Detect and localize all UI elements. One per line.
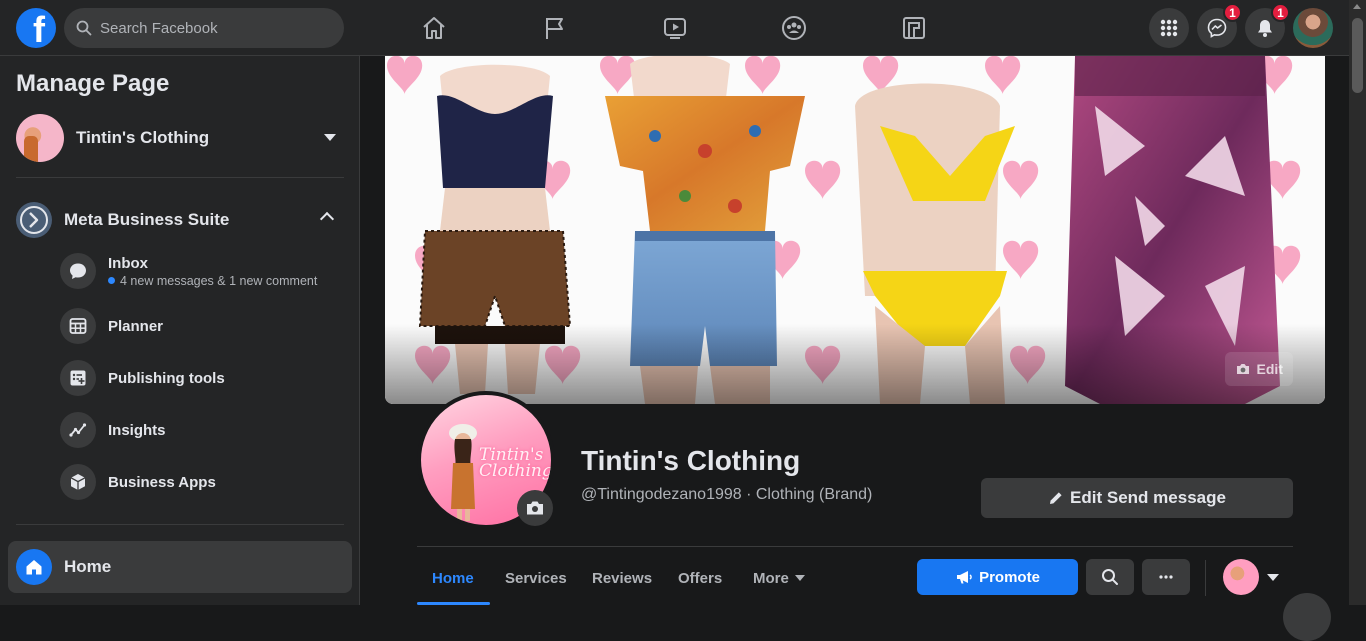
top-navigation-bar: f 1 1 xyxy=(0,0,1366,56)
search-box[interactable] xyxy=(64,8,344,48)
chevron-down-icon[interactable] xyxy=(1267,574,1279,581)
bell-icon xyxy=(1258,20,1272,37)
messenger-button[interactable]: 1 xyxy=(1197,3,1242,48)
sidebar-item-insights[interactable]: Insights xyxy=(60,410,344,450)
camera-icon xyxy=(527,501,543,515)
promote-label: Promote xyxy=(979,568,1040,586)
facebook-logo-icon[interactable]: f xyxy=(16,8,56,48)
chevron-down-icon xyxy=(324,134,336,141)
inbox-summary-text: 4 new messages & 1 new comment xyxy=(120,273,318,288)
notifications-badge: 1 xyxy=(1271,3,1290,22)
divider xyxy=(16,524,344,525)
scroll-up-arrow-icon[interactable] xyxy=(1353,4,1361,9)
search-page-button[interactable] xyxy=(1086,559,1134,595)
calendar-grid-icon xyxy=(60,308,96,344)
account-avatar[interactable] xyxy=(1293,8,1333,48)
sidebar-item-inbox[interactable]: Inbox 4 new messages & 1 new comment xyxy=(60,251,344,291)
ellipsis-icon xyxy=(1159,575,1173,579)
caret-down-icon xyxy=(794,575,805,581)
sidebar-item-label: Publishing tools xyxy=(108,369,225,387)
search-icon xyxy=(76,20,92,36)
grid-menu-icon xyxy=(1160,19,1178,37)
nav-watch[interactable] xyxy=(655,8,695,48)
update-profile-picture-button[interactable] xyxy=(517,490,553,526)
camera-icon xyxy=(1236,364,1249,374)
publishing-tools-icon xyxy=(60,360,96,396)
page-avatar xyxy=(16,114,64,162)
more-options-button[interactable] xyxy=(1142,559,1190,595)
home-icon xyxy=(423,17,445,39)
messenger-icon xyxy=(1207,18,1227,38)
nav-pages[interactable] xyxy=(535,8,575,48)
edit-cover-button[interactable]: Edit xyxy=(1224,352,1293,386)
messenger-badge: 1 xyxy=(1223,3,1242,22)
sidebar-item-label: Insights xyxy=(108,421,166,439)
home-icon xyxy=(16,549,52,585)
edit-cover-label: Edit xyxy=(1256,361,1283,377)
floating-action-button[interactable] xyxy=(1283,593,1331,641)
meta-business-suite-label: Meta Business Suite xyxy=(64,210,230,229)
sidebar-item-home[interactable]: Home xyxy=(8,541,352,593)
meta-business-suite-header[interactable]: Meta Business Suite xyxy=(16,202,344,238)
acting-as-avatar[interactable] xyxy=(1223,559,1259,595)
divider xyxy=(16,177,344,178)
sidebar-item-label: Inbox xyxy=(108,254,148,272)
edit-send-message-label: Edit Send message xyxy=(1070,488,1226,507)
tab-services[interactable]: Services xyxy=(505,560,567,596)
scrollbar-thumb[interactable] xyxy=(1352,18,1363,93)
sidebar-item-business-apps[interactable]: Business Apps xyxy=(60,462,344,502)
divider xyxy=(1205,560,1206,596)
edit-send-message-button[interactable]: Edit Send message xyxy=(981,478,1293,518)
page-switcher-name: Tintin's Clothing xyxy=(76,128,210,147)
cube-icon xyxy=(60,464,96,500)
page-scrollbar[interactable] xyxy=(1349,0,1366,605)
manage-page-sidebar: Manage Page Tintin's Clothing Meta Busin… xyxy=(0,56,360,605)
divider xyxy=(417,546,1293,547)
nav-home[interactable] xyxy=(414,8,454,48)
page-title: Tintin's Clothing xyxy=(581,445,801,476)
page-handle-category: @Tintingodezano1998 · Clothing (Brand) xyxy=(581,486,873,503)
profile-person-image xyxy=(449,424,477,521)
page-switcher[interactable]: Tintin's Clothing xyxy=(16,114,344,162)
flag-icon xyxy=(546,18,563,39)
meta-business-suite-icon xyxy=(16,202,52,238)
chevron-up-icon[interactable] xyxy=(319,211,335,227)
tab-offers[interactable]: Offers xyxy=(678,560,722,596)
search-icon xyxy=(1102,569,1118,585)
megaphone-icon xyxy=(957,571,972,584)
tab-more-label: More xyxy=(753,569,789,587)
unread-dot-icon xyxy=(108,277,115,284)
sidebar-item-label: Planner xyxy=(108,317,164,335)
gaming-icon xyxy=(903,17,925,39)
tab-home[interactable]: Home xyxy=(432,560,474,596)
pencil-icon xyxy=(1050,492,1062,504)
nav-gaming[interactable] xyxy=(894,8,934,48)
sidebar-item-planner[interactable]: Planner xyxy=(60,306,344,346)
sidebar-item-publishing-tools[interactable]: Publishing tools xyxy=(60,358,344,398)
insights-chart-icon xyxy=(60,412,96,448)
chat-bubble-icon xyxy=(60,253,96,289)
watch-icon xyxy=(664,18,686,39)
groups-icon xyxy=(782,16,806,40)
sidebar-item-label: Business Apps xyxy=(108,473,216,491)
cover-shade xyxy=(385,324,1325,404)
cover-photo: Edit xyxy=(385,56,1325,404)
tab-reviews[interactable]: Reviews xyxy=(592,560,652,596)
sidebar-home-label: Home xyxy=(64,557,112,576)
sidebar-title: Manage Page xyxy=(16,70,170,97)
notifications-button[interactable]: 1 xyxy=(1245,3,1290,48)
menu-button[interactable] xyxy=(1149,8,1189,48)
search-input[interactable] xyxy=(100,19,320,37)
tab-more[interactable]: More xyxy=(753,560,805,596)
profile-logo-text: Tintin's Clothing xyxy=(479,445,553,481)
inbox-summary: 4 new messages & 1 new comment xyxy=(108,274,317,288)
promote-button[interactable]: Promote xyxy=(917,559,1078,595)
nav-groups[interactable] xyxy=(774,8,814,48)
